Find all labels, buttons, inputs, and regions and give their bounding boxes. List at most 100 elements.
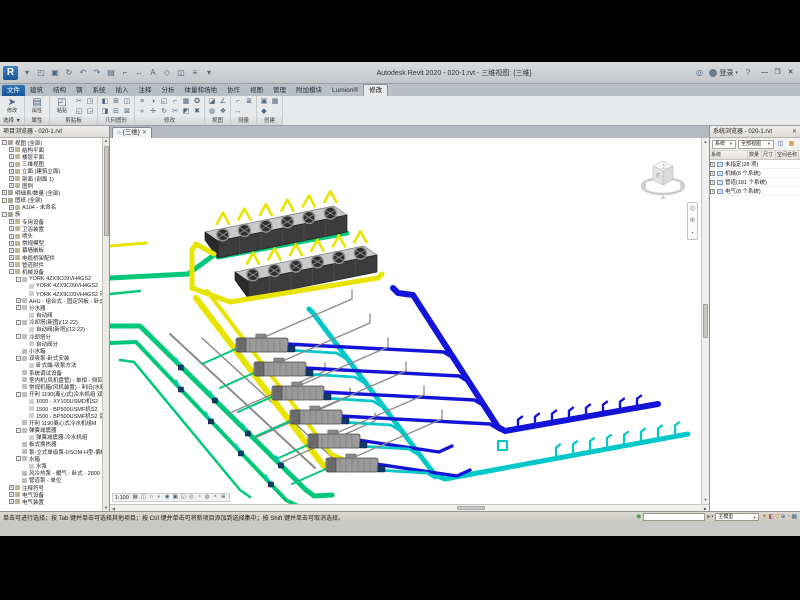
- ribbon-tab-协作[interactable]: 协作: [222, 85, 245, 96]
- cope-icon[interactable]: ◫: [122, 97, 132, 107]
- tree-item[interactable]: 管道泵 - 单位: [0, 477, 102, 484]
- expand-toggle-icon[interactable]: +: [9, 241, 14, 246]
- measure-along-icon[interactable]: ↔: [233, 107, 243, 117]
- default-3d-view-icon[interactable]: ◇: [161, 67, 173, 79]
- expand-toggle-icon[interactable]: -: [16, 356, 21, 361]
- qat-customize-arrow[interactable]: ▾: [203, 67, 215, 79]
- tree-item[interactable]: +注释符号: [0, 484, 102, 491]
- exclude-options-icon[interactable]: ▼: [761, 513, 767, 522]
- tree-item[interactable]: -双吸泵-卧式安装: [0, 355, 102, 362]
- select-links-icon[interactable]: ◔: [787, 513, 791, 522]
- rotate-icon[interactable]: ↻: [159, 107, 169, 117]
- scrollbar-thumb[interactable]: [703, 304, 708, 338]
- tree-item[interactable]: +三维视图: [0, 161, 102, 168]
- beam-joins-icon[interactable]: ⊟: [111, 107, 121, 117]
- tree-item[interactable]: 常规机箱(风机装置) - 利旧(水箱) - 装饰机风: [0, 383, 102, 390]
- project-browser-scrollbar[interactable]: ▲ ▼: [102, 138, 109, 511]
- expand-toggle-icon[interactable]: +: [9, 176, 14, 181]
- text-icon[interactable]: A: [147, 67, 159, 79]
- redo-icon[interactable]: ↷: [91, 67, 103, 79]
- close-panel-icon[interactable]: ✕: [792, 126, 797, 137]
- canvas-horizontal-scrollbar[interactable]: ◀ ▶: [110, 504, 709, 511]
- tree-item[interactable]: +立面 (建筑立面): [0, 168, 102, 175]
- scrollbar-thumb[interactable]: [104, 146, 109, 236]
- expand-toggle-icon[interactable]: +: [710, 162, 715, 167]
- visual-style-icon[interactable]: ◫: [140, 494, 147, 501]
- copy-to-clipboard-icon[interactable]: ◱: [74, 107, 84, 117]
- expand-toggle-icon[interactable]: +: [9, 499, 14, 504]
- selection-count-icon[interactable]: ▦: [791, 513, 797, 522]
- active-workset-icon[interactable]: ▸: [707, 513, 710, 522]
- detail-level-icon[interactable]: ▦: [132, 494, 139, 501]
- tree-item[interactable]: YORK 4ZX9C09VH4GS2 带风冷装置: [0, 290, 102, 297]
- tree-item[interactable]: -冷却塔(新图)(12-22): [0, 319, 102, 326]
- expand-toggle-icon[interactable]: +: [710, 189, 715, 194]
- tree-item[interactable]: +电气设备: [0, 491, 102, 498]
- scroll-right-icon[interactable]: ▶: [702, 506, 709, 511]
- measure-icon[interactable]: ⌐: [119, 67, 131, 79]
- ribbon-panel-label[interactable]: 选择 ▼: [0, 117, 24, 125]
- workset-input[interactable]: [643, 513, 705, 521]
- override-graphics-icon[interactable]: ◪: [207, 97, 217, 107]
- cut-icon[interactable]: ✂: [74, 97, 84, 107]
- temporary-hide-isolate-icon[interactable]: ◔: [196, 494, 203, 501]
- expand-toggle-icon[interactable]: -: [9, 269, 14, 274]
- trim-icon[interactable]: ⌐: [170, 97, 180, 107]
- reveal-hidden-elements-icon[interactable]: ◍: [204, 494, 211, 501]
- tree-item[interactable]: YORK 4ZX9C09VH4GS2: [0, 283, 102, 290]
- tree-item[interactable]: +A104 - 未命名: [0, 204, 102, 211]
- column-header-数量[interactable]: 数量: [748, 151, 762, 159]
- press-drag-icon[interactable]: ◧: [768, 513, 774, 522]
- ribbon-panel-label[interactable]: 属性: [25, 117, 49, 125]
- system-browser-row[interactable]: +管道(181 个系统): [710, 178, 800, 187]
- linework-icon[interactable]: ∠: [218, 97, 228, 107]
- ribbon-tab-修改[interactable]: 修改: [363, 84, 388, 96]
- undo-icon[interactable]: ↶: [77, 67, 89, 79]
- pin-icon[interactable]: ✪: [192, 97, 202, 107]
- view-tab-3d[interactable]: ⌂ {三维} ✕: [112, 127, 152, 138]
- expand-toggle-icon[interactable]: +: [9, 219, 14, 224]
- scroll-down-icon[interactable]: ▼: [704, 497, 708, 503]
- sync-icon[interactable]: ↻: [63, 67, 75, 79]
- expand-toggle-icon[interactable]: +: [9, 183, 14, 188]
- expand-toggle-icon[interactable]: -: [16, 334, 21, 339]
- autofit-columns-icon[interactable]: ◫: [776, 140, 785, 149]
- tree-item[interactable]: +幕墙嵌板: [0, 247, 102, 254]
- expand-toggle-icon[interactable]: +: [9, 147, 14, 152]
- temporary-view-properties-icon[interactable]: ◓: [212, 494, 219, 501]
- expand-toggle-icon[interactable]: +: [9, 169, 14, 174]
- ribbon-tab-注释[interactable]: 注释: [134, 85, 157, 96]
- section-icon[interactable]: ◫: [175, 67, 187, 79]
- column-settings-icon[interactable]: ▦: [787, 140, 796, 149]
- create-assembly-icon[interactable]: ▦: [270, 97, 280, 107]
- split-icon[interactable]: ✂: [170, 107, 180, 117]
- column-header-尺寸[interactable]: 尺寸: [762, 151, 776, 159]
- show-constraints-icon[interactable]: ⊞: [220, 494, 227, 501]
- print-icon[interactable]: ▤: [105, 67, 117, 79]
- ribbon-tab-插入[interactable]: 插入: [111, 85, 134, 96]
- paste-button[interactable]: ◰粘贴: [52, 97, 72, 114]
- expand-toggle-icon[interactable]: -: [2, 140, 7, 145]
- properties-palette-button[interactable]: ▤属性: [27, 97, 47, 114]
- locked-3d-view-icon[interactable]: ◎: [188, 494, 195, 501]
- tree-item[interactable]: 自动阀: [0, 312, 102, 319]
- tree-item[interactable]: 小水箱: [0, 347, 102, 354]
- ribbon-tab-系统[interactable]: 系统: [88, 85, 111, 96]
- scroll-left-icon[interactable]: ◀: [110, 506, 117, 511]
- ribbon-panel-label[interactable]: 视图: [205, 117, 230, 125]
- expand-toggle-icon[interactable]: +: [710, 180, 715, 185]
- system-browser-row[interactable]: +机械(8 个系统): [710, 169, 800, 178]
- tree-item[interactable]: +喷头: [0, 232, 102, 239]
- column-header-系统[interactable]: 系统: [710, 151, 748, 159]
- expand-toggle-icon[interactable]: +: [9, 485, 14, 490]
- expand-toggle-icon[interactable]: +: [9, 262, 14, 267]
- tree-item[interactable]: +电缆桥架配件: [0, 254, 102, 261]
- tree-item[interactable]: +电气装置: [0, 498, 102, 505]
- tree-item[interactable]: 1500 - BP500USMF机S2 变频注重: [0, 412, 102, 419]
- revit-logo[interactable]: R: [3, 66, 18, 80]
- expand-toggle-icon[interactable]: -: [16, 428, 21, 433]
- tree-item[interactable]: -机械设备: [0, 268, 102, 275]
- create-group-icon[interactable]: ▣: [259, 97, 269, 107]
- tree-item[interactable]: +管道附件: [0, 261, 102, 268]
- tree-item[interactable]: +图例: [0, 182, 102, 189]
